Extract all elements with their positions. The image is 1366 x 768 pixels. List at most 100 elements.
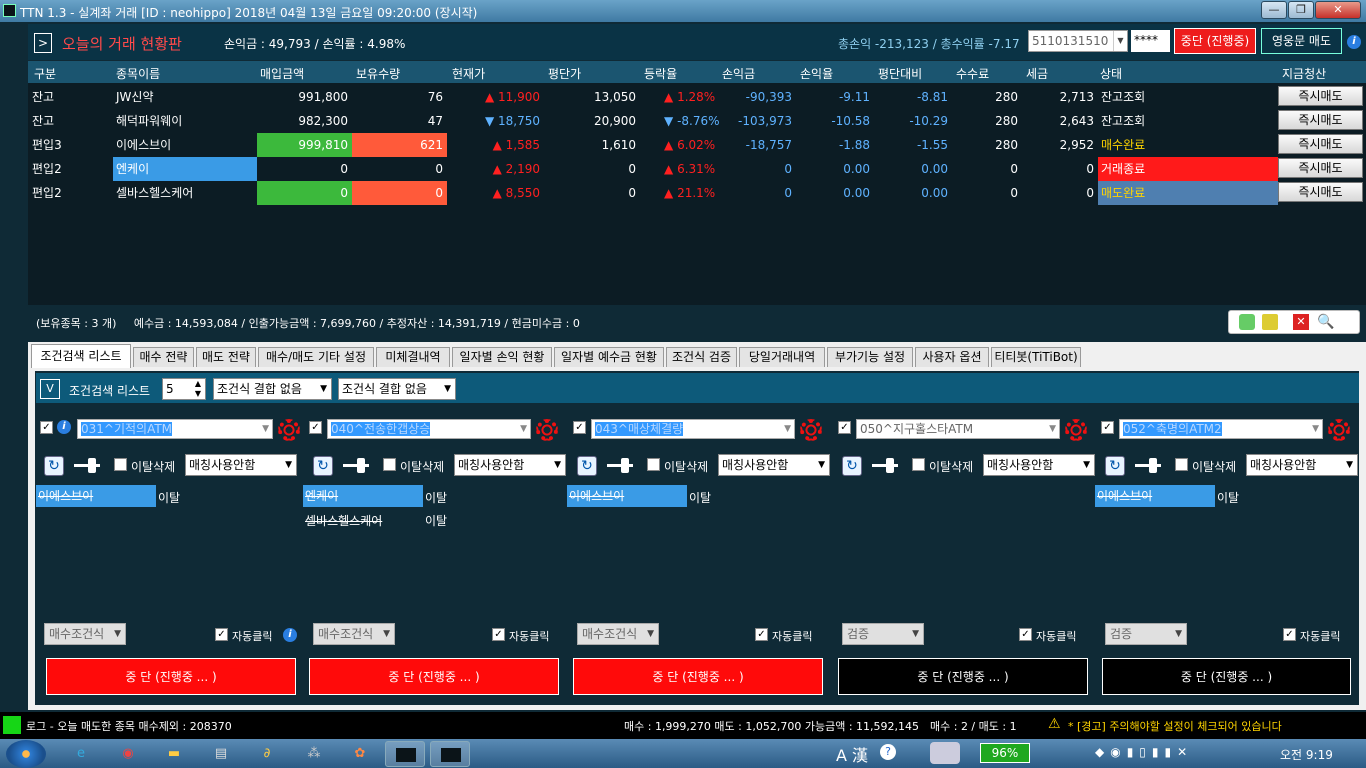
- matching-select[interactable]: 매칭사용안함 ▼: [185, 454, 297, 476]
- condition-select[interactable]: 043^매상체결량 ▼: [591, 419, 795, 439]
- auto-click-checkbox[interactable]: ✓: [1019, 628, 1032, 641]
- refresh-icon[interactable]: ↻: [44, 456, 64, 476]
- delete-icon[interactable]: ✕: [1293, 314, 1309, 330]
- tab-item[interactable]: 티티봇(TiTiBot): [991, 347, 1081, 367]
- hero-sell-button[interactable]: 영웅문 매도: [1261, 28, 1342, 54]
- matched-stock[interactable]: 셀바스헬스케어: [305, 512, 382, 529]
- column-header[interactable]: 보유수량: [356, 65, 400, 82]
- network-alert-icon[interactable]: [930, 742, 960, 764]
- account-select[interactable]: 5110131510 ▼: [1028, 30, 1128, 52]
- sell-now-button[interactable]: 즉시매도: [1278, 182, 1363, 202]
- column-header[interactable]: 손익율: [800, 65, 833, 82]
- gear-icon[interactable]: [1065, 419, 1087, 441]
- stock-name[interactable]: 이에스브이: [113, 133, 257, 157]
- toggle-slider[interactable]: [607, 457, 633, 473]
- matching-select[interactable]: 매칭사용안함 ▼: [983, 454, 1095, 476]
- auto-click-checkbox[interactable]: ✓: [755, 628, 768, 641]
- close-button[interactable]: ✕: [1315, 1, 1361, 19]
- stock-name[interactable]: 엔케이: [113, 157, 257, 181]
- edit-icon[interactable]: [1262, 314, 1278, 330]
- exit-delete-checkbox[interactable]: [114, 458, 127, 471]
- exit-delete-checkbox[interactable]: [647, 458, 660, 471]
- sell-now-button[interactable]: 즉시매도: [1278, 158, 1363, 178]
- buy-condition-select[interactable]: 검증 ▼: [1105, 623, 1187, 645]
- condition-select[interactable]: 031^기적의ATM ▼: [77, 419, 273, 439]
- column-header[interactable]: 등락율: [644, 65, 677, 82]
- matched-stock[interactable]: 이에스브이: [36, 485, 156, 507]
- combine-select-2[interactable]: 조건식 결합 없음 ▼: [338, 378, 456, 400]
- refresh-icon[interactable]: ↻: [313, 456, 333, 476]
- matched-stock[interactable]: 엔케이: [303, 485, 423, 507]
- app-icon-2[interactable]: ⁂: [303, 743, 325, 765]
- stock-name[interactable]: JW신약: [113, 85, 257, 109]
- tab-item[interactable]: 당일거래내역: [739, 347, 825, 367]
- gear-icon[interactable]: [800, 419, 822, 441]
- notepad-icon[interactable]: ▤: [210, 743, 232, 765]
- toggle-slider[interactable]: [343, 457, 369, 473]
- column-header[interactable]: 평단대비: [878, 65, 922, 82]
- exit-delete-checkbox[interactable]: [1175, 458, 1188, 471]
- stock-name[interactable]: 셀바스헬스케어: [113, 181, 257, 205]
- column-header[interactable]: 평단가: [548, 65, 581, 82]
- folder-icon[interactable]: ▬: [163, 743, 185, 765]
- tab-item[interactable]: 매수 전략: [133, 347, 194, 367]
- condition-select[interactable]: 052^축명의ATM2 ▼: [1119, 419, 1323, 439]
- sell-now-button[interactable]: 즉시매도: [1278, 134, 1363, 154]
- column-header[interactable]: 구분: [34, 65, 56, 82]
- maximize-button[interactable]: ❐: [1288, 1, 1314, 19]
- gear-icon[interactable]: [1328, 419, 1350, 441]
- toggle-slider[interactable]: [74, 457, 100, 473]
- help-icon[interactable]: ?: [880, 744, 896, 760]
- toggle-slider[interactable]: [1135, 457, 1161, 473]
- tab-item[interactable]: 사용자 옵션: [915, 347, 989, 367]
- exit-delete-checkbox[interactable]: [912, 458, 925, 471]
- battery-indicator[interactable]: 96%: [980, 743, 1030, 763]
- header-toggle-button[interactable]: >: [34, 33, 52, 53]
- tab-item[interactable]: 부가기능 설정: [827, 347, 913, 367]
- matched-stock[interactable]: 이에스브이: [1095, 485, 1215, 507]
- sell-now-button[interactable]: 즉시매도: [1278, 86, 1363, 106]
- condition-count-stepper[interactable]: 5 ▲ ▼: [162, 378, 206, 400]
- clock[interactable]: 오전 9:19: [1280, 746, 1333, 763]
- condition-select[interactable]: 040^전송한갭상승 ▼: [327, 419, 531, 439]
- column-header[interactable]: 손익금: [722, 65, 755, 82]
- condition-enable-checkbox[interactable]: ✓: [1101, 421, 1114, 434]
- buy-condition-select[interactable]: 매수조건식 ▼: [313, 623, 395, 645]
- tab-item[interactable]: 매도 전략: [196, 347, 256, 367]
- condition-enable-checkbox[interactable]: ✓: [573, 421, 586, 434]
- condition-enable-checkbox[interactable]: ✓: [309, 421, 322, 434]
- column-header[interactable]: 현재가: [452, 65, 485, 82]
- stop-running-button[interactable]: 중 단 (진행중 ... ): [46, 658, 296, 695]
- auto-click-checkbox[interactable]: ✓: [1283, 628, 1296, 641]
- info-icon[interactable]: i: [283, 628, 297, 642]
- buy-condition-select[interactable]: 매수조건식 ▼: [44, 623, 126, 645]
- camera-icon[interactable]: [1239, 314, 1255, 330]
- collapse-toggle[interactable]: V: [40, 379, 60, 399]
- stop-running-button[interactable]: 중 단 (진행중 ... ): [838, 658, 1088, 695]
- column-header[interactable]: 지금청산: [1282, 65, 1326, 82]
- gear-icon[interactable]: [278, 419, 300, 441]
- refresh-icon[interactable]: ↻: [1105, 456, 1125, 476]
- app-icon-1[interactable]: ∂: [256, 743, 278, 765]
- info-icon[interactable]: i: [1347, 35, 1361, 49]
- stepper-arrows-icon[interactable]: ▲ ▼: [195, 379, 201, 399]
- column-header[interactable]: 종목이름: [116, 65, 160, 82]
- auto-click-checkbox[interactable]: ✓: [215, 628, 228, 641]
- column-header[interactable]: 상태: [1100, 65, 1122, 82]
- buy-condition-select[interactable]: 검증 ▼: [842, 623, 924, 645]
- minimize-button[interactable]: —: [1261, 1, 1287, 19]
- chrome-icon[interactable]: ◉: [117, 743, 139, 765]
- condition-select[interactable]: 050^지구홀스타ATM ▼: [856, 419, 1060, 439]
- matched-stock[interactable]: 이에스브이: [567, 485, 687, 507]
- toggle-slider[interactable]: [872, 457, 898, 473]
- gear-icon[interactable]: [536, 419, 558, 441]
- column-header[interactable]: 수수료: [956, 65, 989, 82]
- sell-now-button[interactable]: 즉시매도: [1278, 110, 1363, 130]
- stop-button[interactable]: 중단 (진행중): [1174, 28, 1256, 54]
- app-icon-3[interactable]: ✿: [349, 743, 371, 765]
- buy-condition-select[interactable]: 매수조건식 ▼: [577, 623, 659, 645]
- tab-item[interactable]: 일자별 손익 현황: [452, 347, 552, 367]
- search-icon[interactable]: 🔍: [1317, 314, 1334, 330]
- matching-select[interactable]: 매칭사용안함 ▼: [718, 454, 830, 476]
- column-header[interactable]: 매입금액: [260, 65, 304, 82]
